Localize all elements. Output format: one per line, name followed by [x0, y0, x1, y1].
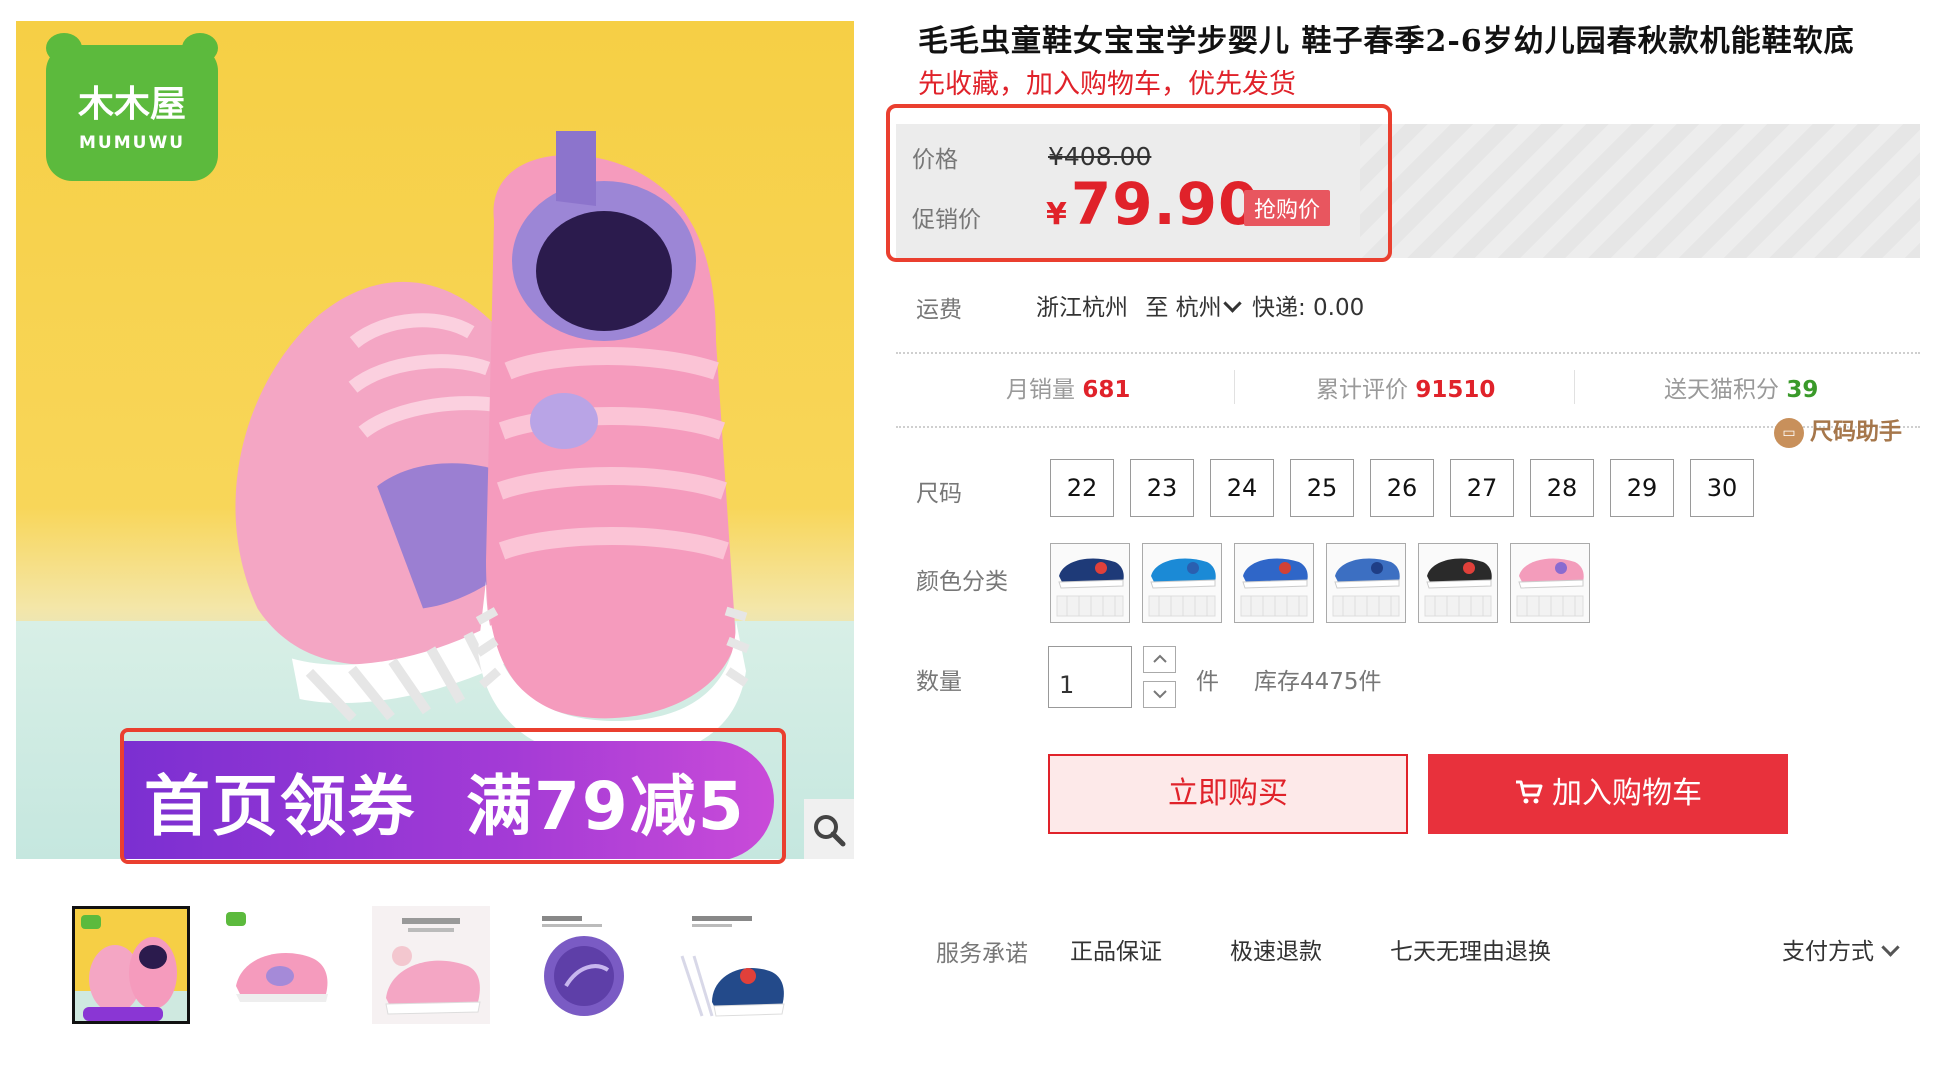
service-item[interactable]: 七天无理由退换	[1390, 932, 1551, 966]
add-to-cart-label: 加入购物车	[1552, 776, 1702, 811]
size-option[interactable]: 25	[1290, 459, 1354, 517]
ruler-icon: ▭	[1774, 417, 1804, 448]
payment-methods-label: 支付方式	[1782, 939, 1874, 965]
product-title: 毛毛虫童鞋女宝宝学步婴儿 鞋子春季2-6岁幼儿园春秋款机能鞋软底	[918, 24, 1855, 59]
shipping-from: 浙江杭州	[1036, 295, 1128, 321]
color-option-image	[1235, 544, 1313, 622]
reviews-label: 累计评价	[1316, 377, 1408, 403]
shipping-info: 浙江杭州 至 杭州 快递: 0.00	[1036, 288, 1364, 322]
color-option-image	[1327, 544, 1405, 622]
coupon-highlight-box	[120, 728, 786, 864]
buy-now-button[interactable]: 立即购买	[1048, 754, 1408, 834]
thumbnail-3[interactable]	[372, 906, 490, 1024]
thumbnail-image	[75, 909, 187, 1021]
chevron-down-icon	[1222, 294, 1242, 313]
zoom-button[interactable]	[804, 799, 854, 859]
thumbnail-image	[672, 906, 790, 1024]
quantity-label: 数量	[916, 669, 962, 695]
color-option-image	[1143, 544, 1221, 622]
monthly-sales-label: 月销量	[1006, 377, 1075, 403]
price-highlight-box	[886, 104, 1392, 262]
stats-divider	[1574, 370, 1575, 404]
monthly-sales-value: 681	[1082, 377, 1131, 403]
size-option[interactable]: 29	[1610, 459, 1674, 517]
size-option[interactable]: 27	[1450, 459, 1514, 517]
color-option-image	[1419, 544, 1497, 622]
thumbnail-5[interactable]	[672, 906, 790, 1024]
color-option-image	[1511, 544, 1589, 622]
chevron-down-icon	[1153, 690, 1167, 699]
divider	[896, 352, 1920, 354]
sales-stats: 月销量 681 累计评价 91510 送天猫积分 39	[896, 370, 1920, 410]
shipping-destination-select[interactable]: 杭州	[1175, 294, 1252, 321]
quantity-input[interactable]	[1048, 646, 1132, 708]
color-option[interactable]	[1418, 543, 1498, 623]
shipping-method: 快递: 0.00	[1251, 295, 1365, 321]
color-option[interactable]	[1510, 543, 1590, 623]
brand-logo-subtext: MUMUWU	[79, 133, 185, 153]
stock-count: 库存4475件	[1254, 669, 1382, 695]
shipping-destination: 杭州	[1175, 295, 1222, 321]
thumbnail-1[interactable]	[72, 906, 190, 1024]
size-option[interactable]: 26	[1370, 459, 1434, 517]
size-option[interactable]: 30	[1690, 459, 1754, 517]
price-panel-decoration	[1360, 124, 1920, 258]
service-item[interactable]: 正品保证	[1070, 932, 1162, 966]
magnifier-icon	[814, 815, 846, 847]
size-option[interactable]: 28	[1530, 459, 1594, 517]
color-option[interactable]	[1142, 543, 1222, 623]
thumbnail-2[interactable]	[222, 906, 340, 1024]
color-label: 颜色分类	[916, 569, 1008, 595]
quantity-unit: 件	[1196, 669, 1219, 695]
shipping-label: 运费	[916, 297, 962, 323]
monthly-sales: 月销量 681	[1006, 370, 1130, 404]
thumbnail-4[interactable]	[522, 906, 640, 1024]
shipping-to-word: 至	[1145, 295, 1169, 321]
color-option[interactable]	[1234, 543, 1314, 623]
cumulative-reviews[interactable]: 累计评价 91510	[1316, 370, 1495, 404]
tmall-points: 送天猫积分 39	[1664, 370, 1818, 404]
brand-logo-text: 木木屋	[77, 84, 186, 125]
add-to-cart-button[interactable]: 加入购物车	[1428, 754, 1788, 834]
color-option[interactable]	[1326, 543, 1406, 623]
service-promise-label: 服务承诺	[936, 941, 1028, 967]
chevron-up-icon	[1153, 654, 1167, 663]
product-subtitle: 先收藏，加入购物车，优先发货	[918, 69, 1296, 100]
quantity-decrease-button[interactable]	[1143, 681, 1176, 708]
divider	[896, 426, 1920, 428]
size-option[interactable]: 24	[1210, 459, 1274, 517]
color-option-image	[1051, 544, 1129, 622]
stats-divider	[1234, 370, 1235, 404]
color-option[interactable]	[1050, 543, 1130, 623]
size-option[interactable]: 22	[1050, 459, 1114, 517]
size-helper-link[interactable]: ▭ 尺码助手	[1774, 412, 1902, 448]
service-item[interactable]: 极速退款	[1230, 932, 1322, 966]
size-option[interactable]: 23	[1130, 459, 1194, 517]
points-value: 39	[1786, 377, 1819, 403]
cart-icon	[1516, 780, 1543, 803]
brand-logo: 木木屋 MUMUWU	[46, 45, 218, 181]
points-label: 送天猫积分	[1664, 377, 1779, 403]
payment-methods-dropdown[interactable]: 支付方式	[1782, 932, 1903, 966]
thumbnail-image	[522, 906, 640, 1024]
size-label: 尺码	[916, 481, 962, 507]
chevron-down-icon	[1881, 938, 1900, 957]
quantity-increase-button[interactable]	[1143, 646, 1176, 673]
thumbnail-image	[372, 906, 490, 1024]
reviews-value: 91510	[1415, 377, 1496, 403]
size-helper-label: 尺码助手	[1810, 419, 1902, 445]
thumbnail-image	[222, 906, 340, 1024]
